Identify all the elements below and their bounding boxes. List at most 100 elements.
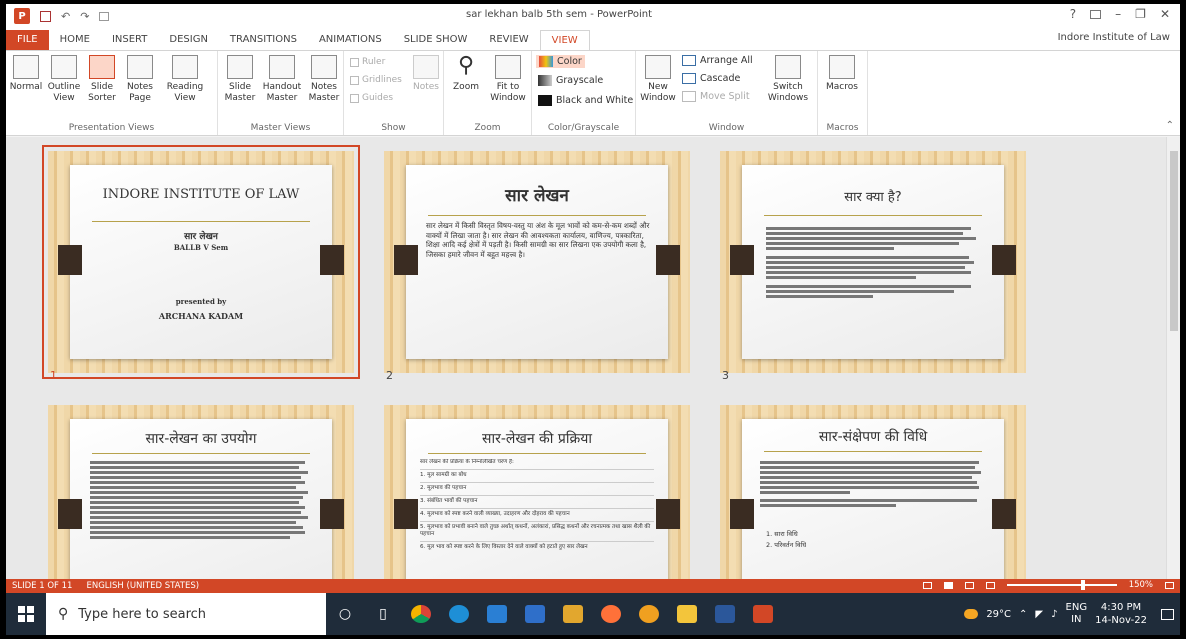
slide-subtitle: सार लेखन [184, 232, 218, 242]
notes-page-button[interactable]: Notes Page [122, 55, 158, 104]
customize-qat-icon[interactable] [99, 11, 110, 21]
cortana-icon[interactable]: ○ [326, 593, 364, 635]
tab-animations[interactable]: ANIMATIONS [308, 30, 393, 50]
color-swatch-icon [539, 56, 553, 67]
mail-icon[interactable] [516, 593, 554, 635]
tray-chevron-icon[interactable]: ⌃ [1019, 609, 1027, 620]
tab-transitions[interactable]: TRANSITIONS [219, 30, 308, 50]
new-window-icon [645, 55, 671, 79]
powerpoint-icon[interactable]: P [14, 8, 30, 24]
zoom-slider[interactable] [1006, 580, 1117, 590]
handout-master-icon [269, 55, 295, 79]
volume-icon[interactable]: ♪ [1051, 609, 1057, 620]
tab-file[interactable]: FILE [6, 30, 49, 50]
powerpoint-taskbar-icon[interactable] [744, 593, 782, 635]
edge-icon[interactable] [440, 593, 478, 635]
switch-windows-button[interactable]: Switch Windows [764, 55, 812, 104]
undo-icon[interactable]: ↶ [61, 10, 70, 23]
word-icon[interactable] [706, 593, 744, 635]
slide-thumbnail-4[interactable]: सार-लेखन का उपयोग [48, 405, 354, 579]
store-icon[interactable] [478, 593, 516, 635]
input-language[interactable]: ENG IN [1066, 602, 1088, 626]
zoom-slider-thumb[interactable] [1080, 580, 1085, 590]
vertical-scrollbar[interactable] [1166, 137, 1180, 579]
slide-thumbnail-2[interactable]: सार लेखन सार लेखन में किसी विस्तृत विषय-… [384, 151, 690, 373]
scrollbar-thumb[interactable] [1170, 151, 1178, 331]
slide-content: सार क्या है? [742, 165, 1004, 359]
arrange-all-button[interactable]: Arrange All [682, 55, 753, 66]
outline-view-button[interactable]: Outline View [46, 55, 82, 104]
windows-icon [18, 606, 34, 622]
file-explorer-icon[interactable] [668, 593, 706, 635]
gridlines-checkbox[interactable]: Gridlines [350, 75, 402, 85]
save-icon[interactable] [40, 10, 51, 22]
color-button[interactable]: Color [536, 55, 585, 68]
clock[interactable]: 4:30 PM 14-Nov-22 [1095, 601, 1147, 627]
fit-to-window-icon [495, 55, 521, 79]
app-icon[interactable] [630, 593, 668, 635]
photos-icon[interactable] [554, 593, 592, 635]
notes-master-button[interactable]: Notes Master [306, 55, 342, 104]
slide-master-button[interactable]: Slide Master [222, 55, 258, 104]
tab-view[interactable]: VIEW [539, 30, 590, 50]
fit-to-window-button[interactable]: Fit to Window [488, 55, 528, 104]
slide-sorter-button[interactable]: Slide Sorter [84, 55, 120, 104]
powerpoint-window: P ↶ ↷ sar lekhan balb 5th sem - PowerPoi… [6, 4, 1180, 635]
slide-body: सार लेखन में किसी विस्तृत विषय-वस्तु या … [426, 221, 650, 259]
black-and-white-button[interactable]: Black and White [538, 95, 633, 106]
zoom-level[interactable]: 150% [1129, 580, 1153, 590]
help-button[interactable]: ? [1070, 7, 1076, 21]
temperature[interactable]: 29°C [986, 609, 1011, 620]
arrange-all-icon [682, 55, 696, 66]
slide-thumbnail-1[interactable]: INDORE INSTITUTE OF LAW सार लेखन BALLB V… [42, 145, 360, 379]
slide-title: सार-संक्षेपण की विधि [818, 429, 928, 445]
ruler-checkbox[interactable]: Ruler [350, 57, 385, 67]
reading-view-button[interactable]: Reading View [162, 55, 208, 104]
slide-content: सार लेखन सार लेखन में किसी विस्तृत विषय-… [406, 165, 668, 359]
grayscale-swatch-icon [538, 75, 552, 86]
normal-view-button[interactable]: Normal [8, 55, 44, 93]
notes-button[interactable]: Notes [408, 55, 444, 93]
move-split-button[interactable]: Move Split [682, 91, 750, 102]
firefox-icon[interactable] [592, 593, 630, 635]
slide-thumbnail-6[interactable]: सार-संक्षेपण की विधि 1. सारा विधि 2. परि… [720, 405, 1026, 579]
ribbon-display-options-icon[interactable] [1090, 10, 1102, 19]
slide-thumbnail-3[interactable]: सार क्या है? [720, 151, 1026, 373]
handout-master-button[interactable]: Handout Master [260, 55, 304, 104]
redo-icon[interactable]: ↷ [80, 10, 89, 23]
task-view-icon[interactable]: ▯ [364, 593, 402, 635]
account-name[interactable]: Indore Institute of Law [1058, 32, 1170, 43]
new-window-button[interactable]: New Window [640, 55, 676, 104]
slide-show-icon[interactable] [985, 581, 995, 589]
taskbar-search[interactable]: ⚲ Type here to search [46, 593, 326, 635]
language-indicator[interactable]: ENGLISH (UNITED STATES) [86, 581, 199, 591]
group-label: Color/Grayscale [547, 123, 620, 133]
notification-icon[interactable] [1161, 608, 1174, 620]
fit-slide-icon[interactable] [1165, 581, 1174, 589]
start-button[interactable] [6, 593, 46, 635]
collapse-ribbon-icon[interactable]: ⌃ [1166, 120, 1174, 131]
slide-body: सार लेखन की प्रक्रिया के निम्नलिखित चरण … [420, 459, 654, 551]
restore-button[interactable]: ❐ [1135, 7, 1146, 21]
slide-sorter-icon[interactable] [943, 581, 953, 589]
tab-home[interactable]: HOME [49, 30, 101, 50]
close-button[interactable]: ✕ [1160, 7, 1170, 21]
minimize-button[interactable]: – [1115, 7, 1121, 21]
tab-insert[interactable]: INSERT [101, 30, 158, 50]
normal-view-icon[interactable] [922, 581, 932, 589]
tab-slide-show[interactable]: SLIDE SHOW [393, 30, 479, 50]
slide-thumbnail-5[interactable]: सार-लेखन की प्रक्रिया सार लेखन की प्रक्र… [384, 405, 690, 579]
taskbar: ⚲ Type here to search ○ ▯ 29°C ⌃ ◤ ♪ ENG… [6, 593, 1180, 635]
guides-checkbox[interactable]: Guides [350, 93, 393, 103]
cascade-button[interactable]: Cascade [682, 73, 740, 84]
tab-review[interactable]: REVIEW [478, 30, 539, 50]
grayscale-button[interactable]: Grayscale [538, 75, 603, 86]
reading-view-icon[interactable] [964, 581, 974, 589]
chrome-icon[interactable] [402, 593, 440, 635]
weather-icon[interactable] [964, 609, 979, 619]
zoom-button[interactable]: ⚲ Zoom [448, 55, 484, 93]
tab-design[interactable]: DESIGN [158, 30, 219, 50]
macros-button[interactable]: Macros [824, 55, 860, 93]
network-icon[interactable]: ◤ [1035, 609, 1043, 620]
search-icon: ⚲ [58, 606, 69, 622]
